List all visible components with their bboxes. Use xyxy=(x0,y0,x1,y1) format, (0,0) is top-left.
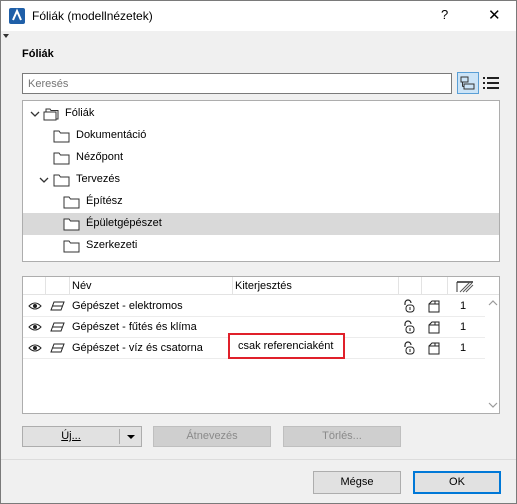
tree-item-label: Nézőpont xyxy=(76,151,124,163)
layers-dialog: Fóliák (modellnézetek) ? ✕ Fóliák Fóliák… xyxy=(0,0,517,504)
new-button-label: Új... xyxy=(61,430,81,442)
tree-item-label: Szerkezeti xyxy=(86,239,138,251)
cancel-button[interactable]: Mégse xyxy=(313,471,401,494)
chevron-down-icon[interactable] xyxy=(127,435,135,439)
layers-table[interactable]: Név Kiterjesztés Gépészet - elektromos 1 xyxy=(22,276,500,414)
column-divider xyxy=(398,277,399,295)
window-title: Fóliák (modellnézetek) xyxy=(32,9,153,23)
layer-name: Gépészet - fűtés és klíma xyxy=(72,321,197,333)
folder-icon xyxy=(53,174,70,187)
folder-icon xyxy=(53,152,70,165)
folder-icon xyxy=(63,240,80,253)
lock-icon[interactable] xyxy=(402,299,416,313)
folder-stack-icon xyxy=(43,108,59,121)
tree-item-epitesz[interactable]: Építész xyxy=(23,191,499,213)
new-button[interactable]: Új... xyxy=(22,426,142,447)
lock-icon[interactable] xyxy=(402,341,416,355)
list-view-icon[interactable] xyxy=(482,74,500,92)
footer-divider xyxy=(1,459,516,460)
corner-marker-icon xyxy=(3,34,9,38)
column-divider xyxy=(45,277,46,295)
table-header: Név Kiterjesztés xyxy=(23,277,499,295)
layer-intersection-group[interactable]: 1 xyxy=(460,300,466,312)
folder-icon xyxy=(53,130,70,143)
tree-item-label: Építész xyxy=(86,195,123,207)
extension-highlight: csak referenciaként xyxy=(228,333,345,359)
layer-icon xyxy=(50,301,65,311)
delete-button[interactable]: Törlés... xyxy=(283,426,401,447)
folder-icon xyxy=(63,196,80,209)
help-button[interactable]: ? xyxy=(441,7,448,22)
layer-name: Gépészet - elektromos xyxy=(72,300,183,312)
folder-tree[interactable]: Fóliák Dokumentáció Nézőpont Tervezés Ép… xyxy=(22,100,500,262)
close-button[interactable]: ✕ xyxy=(488,6,501,24)
tree-item-epuletgepeszet[interactable]: Épületgépészet xyxy=(23,213,499,235)
eye-icon[interactable] xyxy=(28,301,42,311)
table-row[interactable]: Gépészet - elektromos 1 xyxy=(23,296,485,317)
layer-icon xyxy=(50,343,65,353)
tree-item-label: Épületgépészet xyxy=(86,217,162,229)
archicad-icon xyxy=(9,8,25,24)
wireframe-icon[interactable] xyxy=(427,320,441,334)
tree-item-label: Fóliák xyxy=(65,107,95,119)
tree-view-icon xyxy=(460,76,475,90)
rename-button[interactable]: Átnevezés xyxy=(153,426,271,447)
layer-name: Gépészet - víz és csatorna xyxy=(72,342,203,354)
search-input[interactable] xyxy=(22,73,452,94)
tree-item-nezopont[interactable]: Nézőpont xyxy=(23,147,499,169)
column-header-extension[interactable]: Kiterjesztés xyxy=(235,280,292,292)
chevron-down-icon[interactable] xyxy=(30,109,40,119)
pen-set-icon[interactable] xyxy=(456,279,474,293)
wireframe-icon[interactable] xyxy=(427,341,441,355)
lock-icon[interactable] xyxy=(402,320,416,334)
tree-item-label: Dokumentáció xyxy=(76,129,147,141)
eye-icon[interactable] xyxy=(28,343,42,353)
tree-item-szerkezeti[interactable]: Szerkezeti xyxy=(23,235,499,257)
layer-intersection-group[interactable]: 1 xyxy=(460,342,466,354)
tree-item-dokumentacio[interactable]: Dokumentáció xyxy=(23,125,499,147)
wireframe-icon[interactable] xyxy=(427,299,441,313)
column-divider xyxy=(232,277,233,295)
chevron-down-icon[interactable] xyxy=(39,175,49,185)
tree-item-folia[interactable]: Fóliák xyxy=(23,103,499,125)
layer-icon xyxy=(50,322,65,332)
scroll-up-icon[interactable] xyxy=(488,299,498,307)
column-divider xyxy=(69,277,70,295)
split-divider xyxy=(119,429,120,444)
column-header-name[interactable]: Név xyxy=(72,280,92,292)
tree-view-button[interactable] xyxy=(457,72,479,94)
title-bar: Fóliák (modellnézetek) ? ✕ xyxy=(1,1,516,31)
tree-item-label: Tervezés xyxy=(76,173,121,185)
column-divider xyxy=(421,277,422,295)
scroll-down-icon[interactable] xyxy=(488,401,498,409)
ok-button[interactable]: OK xyxy=(413,471,501,494)
eye-icon[interactable] xyxy=(28,322,42,332)
extension-value: csak referenciaként xyxy=(238,340,334,352)
column-divider xyxy=(447,277,448,295)
folder-icon xyxy=(63,218,80,231)
section-title: Fóliák xyxy=(22,48,54,60)
tree-item-tervezes[interactable]: Tervezés xyxy=(23,169,499,191)
layer-intersection-group[interactable]: 1 xyxy=(460,321,466,333)
